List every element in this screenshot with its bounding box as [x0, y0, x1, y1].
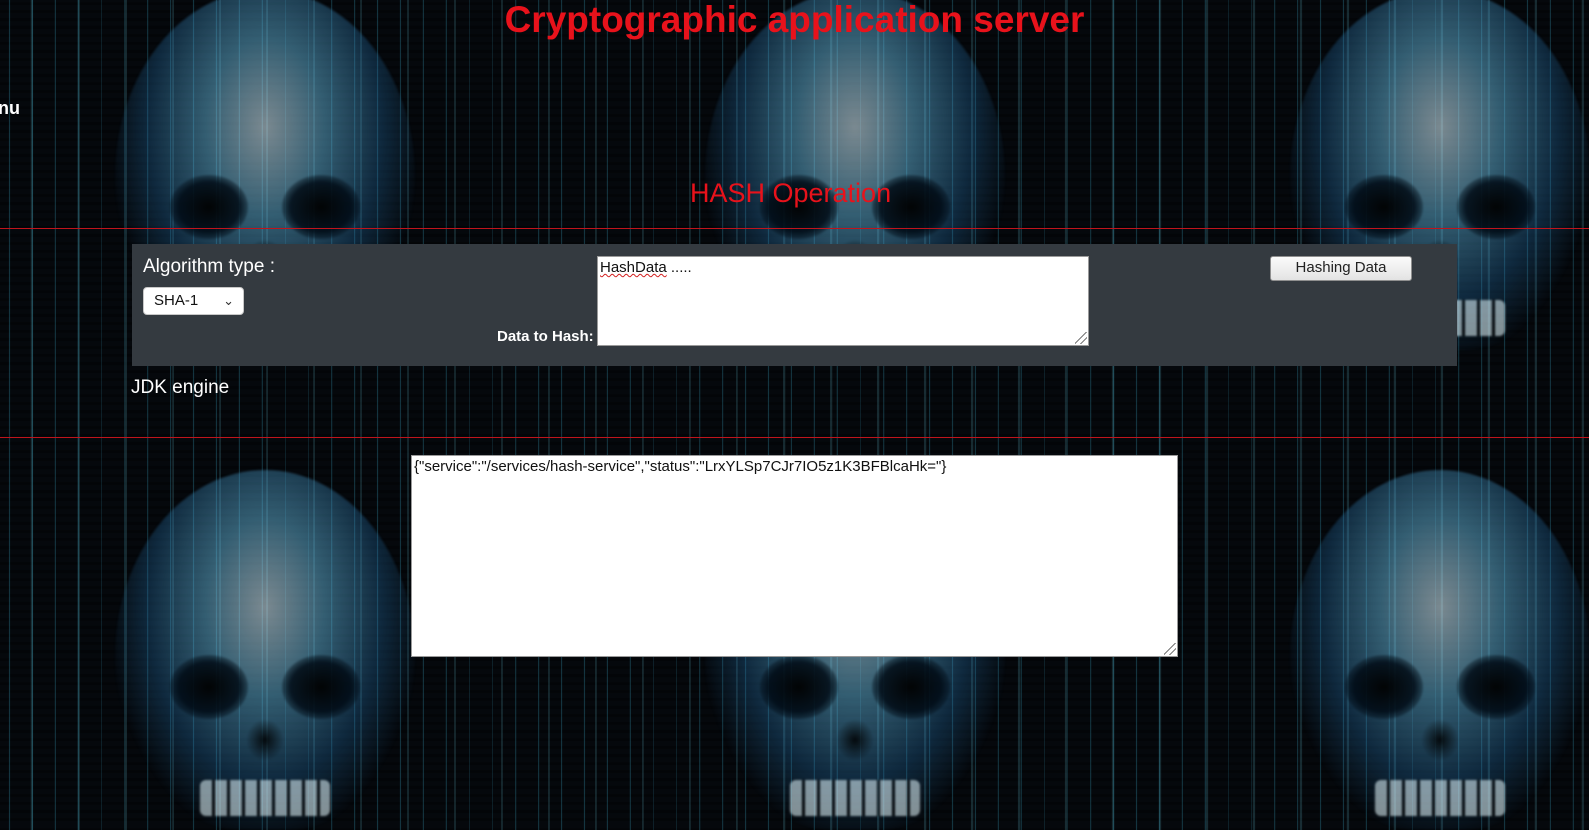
divider-bottom	[0, 437, 1589, 438]
data-value-rest: .....	[666, 259, 692, 276]
algorithm-type-label: Algorithm type :	[143, 256, 275, 277]
data-to-hash-label: Data to Hash:	[497, 328, 594, 345]
page-title: Cryptographic application server	[504, 0, 1085, 40]
chevron-down-icon: ⌄	[223, 293, 234, 308]
engine-label: JDK engine	[131, 377, 230, 398]
skull-image	[1290, 470, 1589, 830]
data-to-hash-textarea[interactable]: HashData .....	[597, 256, 1089, 346]
result-textarea[interactable]: {"service":"/services/hash-service","sta…	[411, 455, 1178, 657]
spellcheck-word: HashData	[600, 259, 667, 276]
divider-top	[0, 228, 1589, 229]
section-title: HASH Operation	[690, 178, 892, 208]
hash-form-panel: Algorithm type : SHA-1 ⌄ Data to Hash: H…	[132, 244, 1457, 366]
result-text: {"service":"/services/hash-service","sta…	[414, 458, 947, 475]
resize-grip-icon[interactable]	[1075, 332, 1087, 344]
algorithm-select-value: SHA-1	[154, 292, 199, 309]
menu-fragment-text[interactable]: nu	[0, 98, 20, 119]
algorithm-select[interactable]: SHA-1 ⌄	[143, 287, 244, 315]
resize-grip-icon[interactable]	[1164, 643, 1176, 655]
hashing-data-button[interactable]: Hashing Data	[1270, 256, 1412, 281]
skull-image	[115, 470, 415, 830]
